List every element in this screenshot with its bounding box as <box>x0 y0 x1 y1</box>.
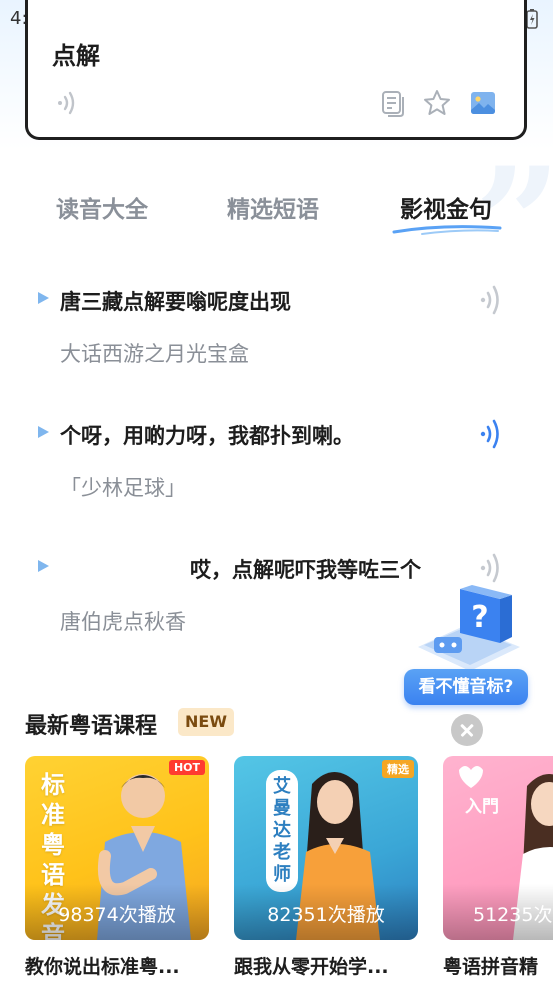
course-thumbnail: 艾曼达老师 精选 82351次播放 <box>234 756 418 940</box>
tab-phrases[interactable]: 精选短语 <box>227 190 319 224</box>
course-card[interactable]: 入門 51235次 粤语拼音精 <box>443 756 553 979</box>
tab-active-underline <box>392 225 502 235</box>
new-badge: NEW <box>178 708 234 736</box>
course-card[interactable]: 艾曼达老师 精选 82351次播放 跟我从零开始学... <box>234 756 418 979</box>
phrase-source: 大话西游之月光宝盒 <box>60 342 249 366</box>
play-triangle-icon <box>38 426 49 438</box>
play-count: 82351次播放 <box>234 884 418 940</box>
course-name: 教你说出标准粤... <box>25 956 180 978</box>
speaker-icon[interactable] <box>54 88 84 118</box>
course-name: 跟我从零开始学... <box>234 956 389 978</box>
phonetic-help-button[interactable]: 看不懂音标? <box>404 669 528 705</box>
play-count: 51235次 <box>443 884 553 940</box>
course-overlay-title: 艾曼达老师 <box>266 770 298 892</box>
copy-icon[interactable] <box>378 88 408 118</box>
course-overlay-title: 入門 <box>465 797 499 817</box>
word-card: 点解 <box>25 0 527 140</box>
svg-text:?: ? <box>471 600 488 635</box>
phrase-source: 「少林足球」 <box>60 476 186 500</box>
course-thumbnail: 标准粤语发音 HOT 98374次播放 <box>25 756 209 940</box>
phrase-item[interactable]: 唐三藏点解要嗡呢度出现 大话西游之月光宝盒 <box>0 280 553 390</box>
phrase-item[interactable]: 个呀，用啲力呀，我都扑到喇。 「少林足球」 <box>0 414 553 524</box>
speaker-playing-icon[interactable] <box>478 416 508 452</box>
tab-pronunciations[interactable]: 读音大全 <box>56 190 148 224</box>
word-title: 点解 <box>52 42 100 70</box>
tab-movie-quotes[interactable]: 影视金句 <box>400 190 492 224</box>
hot-tag: HOT <box>168 760 205 775</box>
speaker-icon[interactable] <box>478 550 508 586</box>
phrase-line: 哎，点解呢吓我等咗三个 <box>190 558 421 582</box>
featured-tag: 精选 <box>382 760 414 778</box>
phrase-line: 唐三藏点解要嗡呢度出现 <box>60 290 291 314</box>
course-card[interactable]: 标准粤语发音 HOT 98374次播放 教你说出标准粤... <box>25 756 209 979</box>
course-name: 粤语拼音精 <box>443 956 539 978</box>
play-triangle-icon <box>38 292 49 304</box>
play-count: 98374次播放 <box>25 884 209 940</box>
play-triangle-icon <box>38 560 49 572</box>
phrase-source: 唐伯虎点秋香 <box>60 610 186 634</box>
phonetic-help-widget[interactable]: ? 看不懂音标? <box>404 585 530 709</box>
course-thumbnail: 入門 51235次 <box>443 756 553 940</box>
star-icon[interactable] <box>422 88 452 118</box>
question-cube-icon: ? <box>418 585 520 671</box>
phrase-line: 个呀，用啲力呀，我都扑到喇。 <box>60 424 354 448</box>
battery-icon <box>526 9 538 29</box>
speaker-icon[interactable] <box>478 282 508 318</box>
tab-bar: 读音大全 精选短语 影视金句 <box>0 180 553 240</box>
close-icon[interactable] <box>451 714 483 746</box>
courses-section-title: 最新粤语课程 <box>25 714 158 739</box>
image-icon[interactable] <box>468 88 498 118</box>
